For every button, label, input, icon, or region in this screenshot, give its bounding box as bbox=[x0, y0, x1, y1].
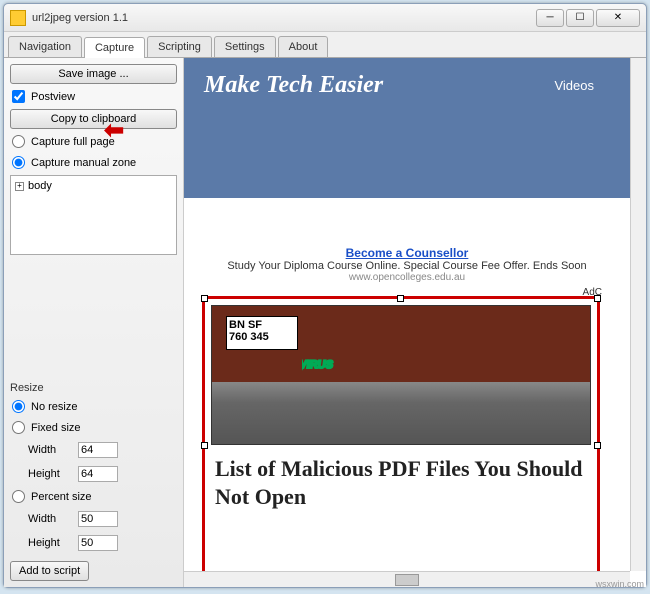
vertical-scrollbar[interactable] bbox=[630, 58, 646, 571]
percent-size-label: Percent size bbox=[31, 491, 92, 503]
fixed-size-label: Fixed size bbox=[31, 422, 81, 434]
graffiti-art: VIRUS bbox=[302, 318, 570, 388]
copy-clipboard-button[interactable]: Copy to clipboard bbox=[10, 109, 177, 129]
postview-checkbox[interactable] bbox=[12, 90, 25, 103]
percent-width-label: Width bbox=[28, 513, 72, 525]
ad-subtitle: Study Your Diploma Course Online. Specia… bbox=[210, 260, 604, 272]
add-to-script-button[interactable]: Add to script bbox=[10, 561, 89, 581]
site-title: Make Tech Easier bbox=[204, 72, 610, 99]
fixed-height-input[interactable] bbox=[78, 466, 118, 482]
tab-bar: Navigation Capture Scripting Settings Ab… bbox=[4, 32, 646, 58]
titlebar[interactable]: url2jpeg version 1.1 ─ ☐ ✕ bbox=[4, 4, 646, 32]
fixed-width-input[interactable] bbox=[78, 442, 118, 458]
tree-root-label: body bbox=[28, 180, 52, 192]
tree-root-item[interactable]: + body bbox=[15, 180, 172, 192]
scroll-thumb[interactable] bbox=[395, 574, 419, 586]
ad-title[interactable]: Become a Counsellor bbox=[210, 246, 604, 260]
tab-navigation[interactable]: Navigation bbox=[8, 36, 82, 57]
train-number-plate: BN SF 760 345 bbox=[226, 316, 298, 350]
fixed-width-label: Width bbox=[28, 444, 72, 456]
save-image-button[interactable]: Save image ... bbox=[10, 64, 177, 84]
app-window: url2jpeg version 1.1 ─ ☐ ✕ Navigation Ca… bbox=[3, 3, 647, 588]
capture-selection[interactable]: BN SF 760 345 VIRUS List of Malicious PD… bbox=[202, 296, 600, 571]
tab-settings[interactable]: Settings bbox=[214, 36, 276, 57]
fixed-height-label: Height bbox=[28, 468, 72, 480]
tab-capture[interactable]: Capture bbox=[84, 37, 145, 58]
close-button[interactable]: ✕ bbox=[596, 9, 640, 27]
minimize-button[interactable]: ─ bbox=[536, 9, 564, 27]
horizontal-scrollbar[interactable] bbox=[184, 571, 630, 587]
resize-handle-tl[interactable] bbox=[201, 295, 208, 302]
capture-manual-radio[interactable] bbox=[12, 156, 25, 169]
percent-height-label: Height bbox=[28, 537, 72, 549]
tree-expand-icon[interactable]: + bbox=[15, 182, 24, 191]
fixed-size-radio[interactable] bbox=[12, 421, 25, 434]
captured-page[interactable]: Make Tech Easier Videos Become a Counsel… bbox=[184, 58, 630, 571]
content-area: Save image ... ⬅ Postview Copy to clipbo… bbox=[4, 58, 646, 587]
resize-handle-mr[interactable] bbox=[594, 442, 601, 449]
resize-handle-ml[interactable] bbox=[201, 442, 208, 449]
percent-width-input[interactable] bbox=[78, 511, 118, 527]
app-icon bbox=[10, 10, 26, 26]
maximize-button[interactable]: ☐ bbox=[566, 9, 594, 27]
svg-text:VIRUS: VIRUS bbox=[302, 359, 334, 371]
percent-size-radio[interactable] bbox=[12, 490, 25, 503]
no-resize-label: No resize bbox=[31, 401, 77, 413]
article-image: BN SF 760 345 VIRUS bbox=[211, 305, 591, 445]
capture-full-radio[interactable] bbox=[12, 135, 25, 148]
article-title: List of Malicious PDF Files You Should N… bbox=[205, 451, 597, 514]
tab-scripting[interactable]: Scripting bbox=[147, 36, 212, 57]
tab-about[interactable]: About bbox=[278, 36, 329, 57]
percent-height-input[interactable] bbox=[78, 535, 118, 551]
capture-full-label: Capture full page bbox=[31, 136, 115, 148]
resize-handle-tr[interactable] bbox=[594, 295, 601, 302]
sidebar: Save image ... ⬅ Postview Copy to clipbo… bbox=[4, 58, 184, 587]
dom-tree[interactable]: + body bbox=[10, 175, 177, 255]
videos-link[interactable]: Videos bbox=[554, 78, 594, 93]
bnsf-line1: BN SF bbox=[229, 319, 295, 331]
window-buttons: ─ ☐ ✕ bbox=[536, 9, 640, 27]
ad-url: www.opencolleges.edu.au bbox=[210, 272, 604, 283]
capture-manual-label: Capture manual zone bbox=[31, 157, 136, 169]
watermark: wsxwin.com bbox=[595, 579, 644, 589]
no-resize-radio[interactable] bbox=[12, 400, 25, 413]
window-title: url2jpeg version 1.1 bbox=[32, 12, 536, 24]
preview-pane: Make Tech Easier Videos Become a Counsel… bbox=[184, 58, 646, 587]
ad-block[interactable]: Become a Counsellor Study Your Diploma C… bbox=[210, 246, 604, 283]
bnsf-line2: 760 345 bbox=[229, 331, 295, 343]
resize-label: Resize bbox=[10, 382, 177, 394]
postview-label: Postview bbox=[31, 91, 75, 103]
resize-handle-tc[interactable] bbox=[397, 295, 404, 302]
